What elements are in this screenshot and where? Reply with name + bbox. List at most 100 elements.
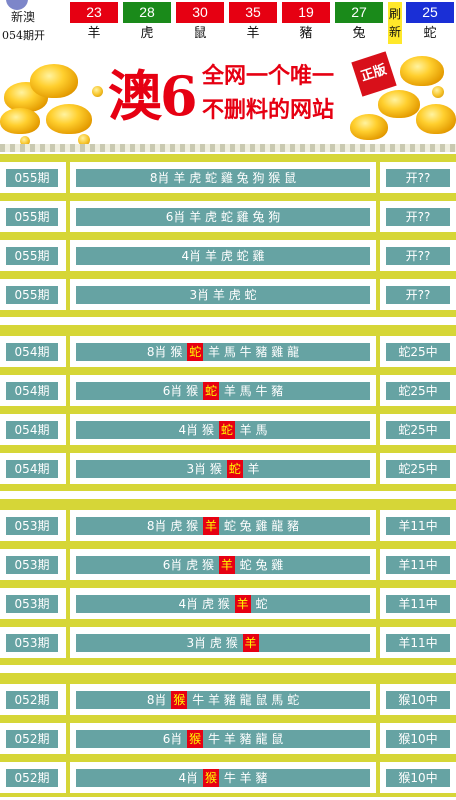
zodiac-list-before: 猴 [186, 384, 202, 398]
result-ball: 28 虎 [123, 2, 171, 44]
prediction-count: 4肖 [178, 423, 202, 437]
zodiac-prediction: 4肖 羊 虎 蛇 雞 [76, 247, 370, 265]
draw-result-cell: 开?? [380, 162, 456, 193]
draw-result-cell: 蛇25中 [380, 414, 456, 445]
issue-label: 053期 [6, 517, 58, 535]
zodiac-list-after: 牛 羊 豬 龍 鼠 馬 蛇 [188, 693, 300, 707]
prediction-count: 3肖 [186, 462, 210, 476]
issue-label-cell: 054期 [0, 414, 66, 445]
zodiac-prediction: 8肖 虎 猴 羊 蛇 兔 雞 龍 豬 [76, 517, 370, 535]
draw-result: 蛇25中 [386, 460, 450, 478]
ball-zodiac: 兔 [352, 26, 366, 41]
issue-label: 053期 [6, 595, 58, 613]
promo-banner: 澳6 全网一个唯一 不删料的网站 正版 [0, 46, 456, 154]
table-row: 052期 8肖 猴 牛 羊 豬 龍 鼠 馬 蛇猴10中 [0, 680, 456, 719]
decorative-border [0, 144, 456, 152]
issue-label-cell: 053期 [0, 627, 66, 658]
prediction-count: 8肖 [149, 171, 174, 185]
issue-label: 055期 [6, 247, 58, 265]
table-row: 052期 4肖 猴 牛 羊 豬猴10中 [0, 758, 456, 797]
zodiac-list-before: 虎 猴 [209, 636, 242, 650]
draw-result-cell: 羊11中 [380, 627, 456, 658]
ball-number: 35 [229, 2, 277, 23]
zodiac-prediction-cell: 4肖 猴 蛇 羊 馬 [70, 414, 376, 445]
group-separator [0, 488, 456, 502]
ball-number: 30 [176, 2, 224, 23]
prediction-count: 6肖 [162, 732, 187, 746]
draw-result-bar: 新澳 054期开 23 羊 28 虎 30 鼠 35 羊 19 豬 27 兔 25 蛇 刷新 [0, 0, 456, 46]
zodiac-prediction-cell: 4肖 羊 虎 蛇 雞 [70, 240, 376, 271]
draw-result: 羊11中 [386, 634, 450, 652]
issue-label: 055期 [6, 208, 58, 226]
zodiac-list-before: 虎 猴 [170, 519, 202, 533]
zodiac-list-after: 蛇 兔 雞 龍 豬 [220, 519, 300, 533]
issue-group: 052期 8肖 猴 牛 羊 豬 龍 鼠 馬 蛇猴10中 052期 6肖 猴 牛 羊 豬… [0, 676, 456, 797]
issue-label: 054期 [6, 421, 58, 439]
gold-ingot-icon [46, 104, 92, 134]
issue-label-cell: 053期 [0, 510, 66, 541]
group-separator [0, 662, 456, 676]
refresh-button[interactable]: 刷新 [388, 2, 402, 44]
banner-title: 澳6 [108, 64, 198, 128]
draw-result: 开?? [386, 169, 450, 187]
zodiac-prediction-cell: 8肖 猴 牛 羊 豬 龍 鼠 馬 蛇 [70, 684, 376, 715]
issue-label: 054期开 [2, 29, 45, 42]
zodiac-list: 羊 虎 蛇 雞 [205, 249, 265, 263]
draw-result: 猴10中 [386, 730, 450, 748]
zodiac-prediction: 6肖 羊 虎 蛇 雞 兔 狗 [76, 208, 370, 226]
prediction-count: 6肖 [162, 384, 187, 398]
issue-label-cell: 054期 [0, 453, 66, 484]
zodiac-list: 羊 虎 蛇 雞 兔 狗 [189, 210, 281, 224]
group-separator [0, 314, 456, 328]
zodiac-list-before: 猴 [170, 345, 187, 359]
zodiac-prediction: 3肖 猴 蛇 羊 [76, 460, 370, 478]
result-ball: 25 蛇 [406, 2, 454, 44]
zodiac-list-after: 羊 馬 牛 豬 雞 龍 [204, 345, 300, 359]
gold-coin-icon [432, 86, 444, 98]
zodiac-prediction: 6肖 虎 猴 羊 蛇 兔 雞 [76, 556, 370, 574]
site-name: 新澳 [11, 10, 36, 24]
winning-zodiac: 猴 [202, 769, 219, 787]
ball-zodiac: 豬 [299, 26, 313, 41]
issue-label: 054期 [6, 382, 58, 400]
result-ball: 35 羊 [229, 2, 277, 44]
banner-slogan-2: 不删料的网站 [202, 98, 335, 123]
prediction-count: 3肖 [186, 636, 210, 650]
banner-slogan-1: 全网一个唯一 [202, 64, 335, 89]
draw-result-cell: 蛇25中 [380, 453, 456, 484]
prediction-count: 4肖 [178, 771, 202, 785]
zodiac-list-after: 羊 馬 [235, 423, 268, 437]
table-row: 053期 3肖 虎 猴 羊羊11中 [0, 623, 456, 662]
winning-zodiac: 羊 [234, 595, 251, 613]
draw-result-cell: 蛇25中 [380, 375, 456, 406]
zodiac-prediction-cell: 8肖 羊 虎 蛇 雞 兔 狗 猴 鼠 [70, 162, 376, 193]
zodiac-list-after: 牛 羊 豬 [220, 771, 268, 785]
zodiac-list-after: 蛇 [251, 597, 268, 611]
prediction-count: 6肖 [165, 210, 190, 224]
zodiac-prediction: 8肖 猴 蛇 羊 馬 牛 豬 雞 龍 [76, 343, 370, 361]
zodiac-prediction-cell: 6肖 虎 猴 羊 蛇 兔 雞 [70, 549, 376, 580]
gold-coin-icon [92, 86, 103, 97]
draw-result: 开?? [386, 247, 450, 265]
issue-label-cell: 055期 [0, 201, 66, 232]
prediction-count: 8肖 [146, 519, 171, 533]
issue-group: 053期 8肖 虎 猴 羊 蛇 兔 雞 龍 豬羊11中 053期 6肖 虎 猴 羊 蛇… [0, 502, 456, 662]
winning-zodiac: 蛇 [187, 343, 204, 361]
table-row: 053期 6肖 虎 猴 羊 蛇 兔 雞羊11中 [0, 545, 456, 584]
zodiac-prediction: 4肖 猴 蛇 羊 馬 [76, 421, 370, 439]
ball-zodiac: 虎 [140, 26, 154, 41]
gold-ingot-icon [416, 104, 456, 134]
prediction-count: 4肖 [181, 249, 205, 263]
table-row: 055期 4肖 羊 虎 蛇 雞开?? [0, 236, 456, 275]
draw-result-cell: 开?? [380, 240, 456, 271]
draw-result-cell: 羊11中 [380, 549, 456, 580]
draw-result: 开?? [386, 208, 450, 226]
result-ball: 27 兔 [335, 2, 383, 44]
table-row: 052期 6肖 猴 牛 羊 豬 龍 鼠猴10中 [0, 719, 456, 758]
site-logo[interactable]: 新澳 054期开 [0, 0, 66, 46]
zodiac-list: 羊 虎 蛇 [212, 288, 257, 302]
draw-result-cell: 猴10中 [380, 723, 456, 754]
zodiac-list-before: 虎 猴 [201, 597, 234, 611]
draw-result: 开?? [386, 286, 450, 304]
table-row: 054期 4肖 猴 蛇 羊 馬蛇25中 [0, 410, 456, 449]
